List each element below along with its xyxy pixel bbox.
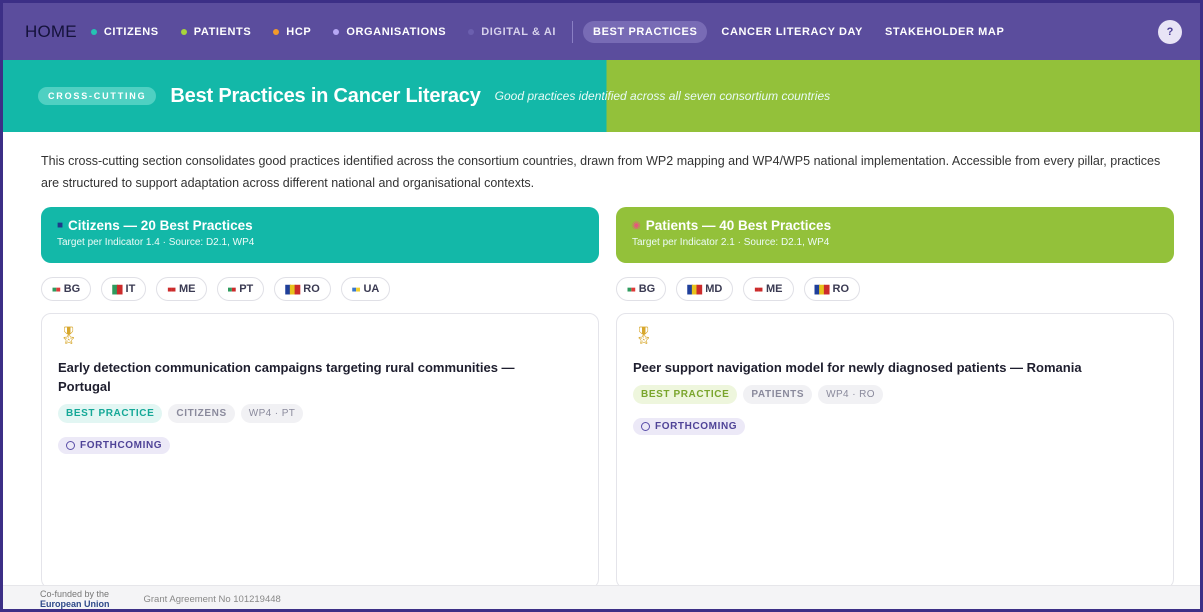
nav-item-organisations[interactable]: ORGANISATIONS <box>333 26 446 38</box>
bg-flag-icon: ■■ <box>627 284 636 294</box>
practice-title: Peer support navigation model for newly … <box>633 360 1082 375</box>
country-chip-ua[interactable]: ■■ UA <box>340 277 391 301</box>
country-chip-me[interactable]: ■■ ME <box>743 277 794 301</box>
work-package-tag: WP4 · PT <box>240 404 304 423</box>
nav-divider <box>572 20 574 43</box>
bg-flag-icon: ■■ <box>52 284 61 294</box>
category-tag: PATIENTS <box>743 385 813 404</box>
page-footer: Co-funded by the European Union Grant Ag… <box>3 585 1200 609</box>
country-chip-pt[interactable]: ■■ PT <box>216 277 265 301</box>
page-banner: CROSS-CUTTING Best Practices in Cancer L… <box>3 60 1200 132</box>
citizens-column: ■ Citizens — 20 Best Practices Target pe… <box>41 207 599 589</box>
nav-item-label: CITIZENS <box>103 25 159 38</box>
country-chip-bg[interactable]: ■■ BG <box>616 277 667 301</box>
pt-flag-icon: ■■ <box>227 284 237 294</box>
section-badge: CROSS-CUTTING <box>38 87 157 105</box>
country-chip-label: PT <box>239 283 254 295</box>
eu-funding-label: Co-funded by the European Union <box>40 589 110 609</box>
citizens-country-filters: ■■ BG ██ IT ■■ ME ■■ PT ███ RO ■■ UA <box>41 277 599 301</box>
nav-item-label: PATIENTS <box>193 25 252 38</box>
nav-item-patients[interactable]: PATIENTS <box>180 25 252 38</box>
country-chip-label: BG <box>63 283 81 295</box>
country-chip-label: ME <box>179 283 196 295</box>
circle-icon <box>66 441 75 450</box>
help-icon[interactable]: ? <box>1158 20 1182 44</box>
nav-item-cancer-literacy-day[interactable]: CANCER LITERACY DAY <box>721 26 863 38</box>
top-nav: HOME CITIZENS PATIENTS HCP ORGANISATIONS… <box>3 3 1200 60</box>
ro-flag-icon: ███ <box>285 284 300 294</box>
intro-text: This cross-cutting section consolidates … <box>41 154 1161 190</box>
nav-item-stakeholder-map[interactable]: STAKEHOLDER MAP <box>885 26 1004 38</box>
nav-item-label: HCP <box>286 25 312 38</box>
digital-ai-dot-icon <box>468 28 475 35</box>
practice-title: Early detection communication campaigns … <box>58 360 515 394</box>
category-tag: CITIZENS <box>168 404 235 423</box>
nav-item-label: ORGANISATIONS <box>346 25 447 38</box>
me-flag-icon: ■■ <box>167 284 176 294</box>
country-chip-it[interactable]: ██ IT <box>101 277 147 301</box>
nav-item-citizens[interactable]: CITIZENS <box>90 25 159 38</box>
eu-line-2: European Union <box>40 599 110 609</box>
country-chip-bg[interactable]: ■■ BG <box>41 277 92 301</box>
md-flag-icon: ███ <box>687 284 702 294</box>
country-chip-label: MD <box>705 283 723 295</box>
ua-flag-icon: ■■ <box>351 284 361 294</box>
best-practice-tag: BEST PRACTICE <box>58 404 163 423</box>
patients-dot-icon <box>180 28 187 35</box>
nav-item-label: DIGITAL & AI <box>481 25 557 38</box>
grant-agreement: Grant Agreement No 101219448 <box>143 593 281 605</box>
hcp-dot-icon <box>273 28 280 35</box>
country-chip-me[interactable]: ■■ ME <box>156 277 207 301</box>
citizens-header-title: Citizens — 20 Best Practices <box>68 218 253 233</box>
country-chip-label: RO <box>832 283 850 295</box>
it-flag-icon: ██ <box>112 284 122 294</box>
practice-tags: BEST PRACTICE CITIZENS WP4 · PT <box>58 404 582 423</box>
patient-icon: ◉ <box>632 220 641 231</box>
patients-header-meta: Target per Indicator 2.1 · Source: D2.1,… <box>632 237 830 248</box>
country-chip-label: ME <box>766 283 783 295</box>
organisations-dot-icon <box>333 28 340 35</box>
nav-item-best-practices[interactable]: BEST PRACTICES <box>583 20 708 43</box>
practice-card[interactable]: 🎖 Peer support navigation model for newl… <box>616 313 1174 589</box>
ro-flag-icon: ███ <box>814 284 830 294</box>
page-subtitle: Good practices identified across all sev… <box>494 89 831 103</box>
app-window: HOME CITIZENS PATIENTS HCP ORGANISATIONS… <box>0 0 1203 612</box>
patients-column: ◉ Patients — 40 Best Practices Target pe… <box>616 207 1174 589</box>
work-package-tag: WP4 · RO <box>818 385 883 404</box>
citizens-header-meta: Target per Indicator 1.4 · Source: D2.1,… <box>57 237 255 248</box>
citizens-header: ■ Citizens — 20 Best Practices Target pe… <box>41 207 599 263</box>
country-chip-md[interactable]: ███ MD <box>676 277 734 301</box>
citizens-header-title-row: ■ Citizens — 20 Best Practices <box>57 218 583 233</box>
nav-item-hcp[interactable]: HCP <box>273 26 311 38</box>
patients-header-title-row: ◉ Patients — 40 Best Practices <box>632 218 1158 233</box>
citizens-dot-icon <box>90 28 97 35</box>
me-flag-icon: ■■ <box>754 284 763 294</box>
country-chip-ro[interactable]: ███ RO <box>274 277 331 301</box>
medal-icon: 🎖 <box>633 326 655 345</box>
patients-header-title: Patients — 40 Best Practices <box>645 218 832 233</box>
page-title: Best Practices in Cancer Literacy <box>170 84 481 107</box>
country-chip-label: UA <box>363 283 380 295</box>
eu-flag-icon: ■ <box>57 220 64 231</box>
practice-card[interactable]: 🎖 Early detection communication campaign… <box>41 313 599 589</box>
country-chip-ro[interactable]: ███ RO <box>803 277 861 301</box>
best-practice-tag: BEST PRACTICE <box>633 385 738 404</box>
patients-header: ◉ Patients — 40 Best Practices Target pe… <box>616 207 1174 263</box>
status-badge: FORTHCOMING <box>633 418 746 435</box>
eu-line-1: Co-funded by the <box>40 589 110 599</box>
medal-icon: 🎖 <box>58 326 80 345</box>
status-badge: FORTHCOMING <box>58 437 171 454</box>
status-label: FORTHCOMING <box>80 440 163 451</box>
patients-country-filters: ■■ BG ███ MD ■■ ME ███ RO <box>616 277 1174 301</box>
country-chip-label: BG <box>638 283 656 295</box>
circle-icon <box>641 422 650 431</box>
country-chip-label: RO <box>303 283 320 295</box>
country-chip-label: IT <box>125 283 136 295</box>
status-label: FORTHCOMING <box>655 421 738 432</box>
nav-item-digital-ai[interactable]: DIGITAL & AI <box>468 26 556 38</box>
nav-home-link[interactable]: HOME <box>25 22 77 42</box>
practice-tags: BEST PRACTICE PATIENTS WP4 · RO <box>633 385 1157 404</box>
